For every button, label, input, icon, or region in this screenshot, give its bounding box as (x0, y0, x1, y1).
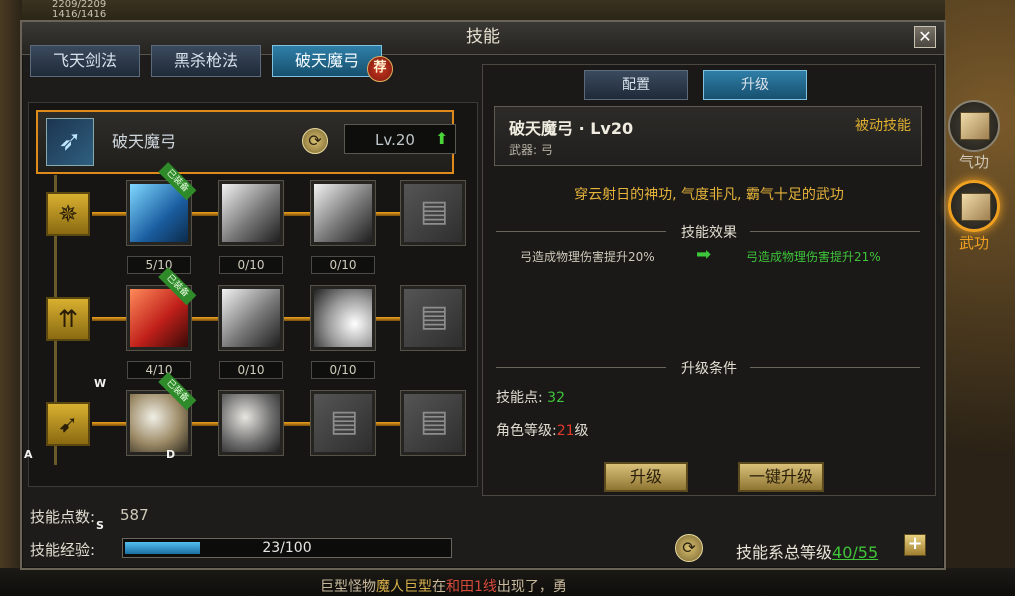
hp-readout: 2209/2209 1416/1416 (52, 0, 106, 20)
ticker-mid: 在 (432, 579, 446, 595)
key-hint-a: A (24, 448, 33, 461)
cond-level-label: 角色等级: (496, 423, 557, 439)
skill-level: Lv.20 (375, 131, 415, 149)
system-level: 技能系总等级40/55 (736, 539, 878, 563)
cond-level-suffix: 级 (574, 423, 589, 439)
qigong-label: 气功 (958, 153, 989, 171)
skill-slot[interactable] (218, 180, 284, 246)
wugong-button[interactable] (948, 180, 1000, 232)
system-level-value[interactable]: 40/55 (832, 543, 878, 562)
swap-icon[interactable]: ⟳ (302, 128, 328, 154)
cond-level-value: 21 (556, 423, 575, 439)
slot-count: 0/10 (311, 256, 375, 274)
current-skill-header: ➶ 破天魔弓 ⟳ Lv.20 ⬆ (36, 110, 456, 174)
skill-type: 被动技能 (855, 118, 911, 134)
locked-slot (400, 285, 466, 351)
recommend-badge: 荐 (367, 56, 393, 82)
locked-scroll-icon (404, 394, 462, 452)
multi-arrow-icon[interactable]: ⇈ (46, 297, 90, 341)
arrow-burst-icon[interactable]: ✵ (46, 192, 90, 236)
ticker-prefix: 巨型怪物 (320, 579, 376, 595)
slot-count: 0/10 (311, 361, 375, 379)
skill-points-label: 技能点数: (30, 508, 96, 526)
close-button[interactable]: ✕ (914, 26, 936, 48)
tab-feitian-sword[interactable]: 飞天剑法 (30, 45, 140, 77)
hud-top-strip (0, 0, 1015, 22)
skill-exp-label: 技能经验: (30, 541, 96, 559)
add-button[interactable]: + (904, 534, 926, 556)
skill-points-value: 587 (120, 506, 149, 524)
book-icon (961, 193, 991, 221)
locked-slot (310, 390, 376, 456)
skill-art (222, 289, 280, 347)
skill-weapon: 武器: 弓 (509, 143, 553, 157)
tab-upgrade[interactable]: 升级 (703, 70, 807, 100)
cond-points-label: 技能点: (496, 390, 543, 406)
quick-upgrade-button[interactable]: 一键升级 (738, 462, 824, 492)
skill-slot[interactable]: 已装备 (126, 267, 197, 351)
effect-title: 技能效果 (681, 225, 737, 241)
skill-slot[interactable]: 已装备 (126, 162, 197, 246)
arrow-right-icon: ➡ (696, 244, 712, 265)
locked-slot (400, 390, 466, 456)
ticker-suffix: 出现了，勇 (496, 579, 567, 595)
slot-count: 0/10 (219, 256, 283, 274)
hawk-icon (222, 394, 280, 452)
skill-level-box: Lv.20 ⬆ (344, 124, 456, 154)
tab-potian-bow[interactable]: 破天魔弓 (272, 45, 382, 77)
skill-description: 穿云射日的神功, 气度非凡, 霸气十足的武功 (574, 187, 844, 203)
locked-slot (400, 180, 466, 246)
skill-art (222, 184, 280, 242)
upgrade-button[interactable]: 升级 (604, 462, 688, 492)
tab-heisha-spear[interactable]: 黑杀枪法 (151, 45, 261, 77)
slot-count: 5/10 (127, 256, 191, 274)
cond-points-value: 32 (547, 390, 565, 406)
bow-icon: ➶ (46, 118, 94, 166)
skill-slot[interactable] (310, 285, 376, 351)
skill-slot[interactable] (310, 180, 376, 246)
system-level-label: 技能系总等级 (736, 543, 833, 562)
book-icon (960, 112, 990, 140)
announcement-ticker: 巨型怪物魔人巨型在和田1线出现了，勇 (320, 576, 567, 596)
slot-count: 0/10 (219, 361, 283, 379)
slot-count: 4/10 (127, 361, 191, 379)
key-hint-s: S (96, 519, 104, 532)
locked-scroll-icon (404, 184, 462, 242)
skill-slot[interactable] (218, 285, 284, 351)
skill-exp-text: 23/100 (262, 540, 312, 556)
skill-art (314, 184, 372, 242)
refresh-icon[interactable]: ⟳ (675, 534, 703, 562)
skill-info-title: 破天魔弓 · Lv20 (509, 119, 634, 138)
ticker-monster: 魔人巨型 (376, 579, 432, 595)
cond-role-level: 角色等级:21级 (496, 420, 589, 440)
current-skill-name: 破天魔弓 (112, 132, 177, 151)
qigong-button[interactable] (948, 100, 1000, 152)
locked-scroll-icon (404, 289, 462, 347)
ticker-place: 和田1线 (446, 579, 497, 595)
wugong-label: 武功 (958, 234, 989, 252)
feather-arrow-icon[interactable]: ➹ (46, 402, 90, 446)
hp-line-2: 1416/1416 (52, 9, 107, 20)
skill-slot[interactable]: 已装备 (126, 372, 197, 456)
tab-config[interactable]: 配置 (584, 70, 688, 100)
scene-left-edge (0, 0, 22, 596)
skill-info-box: 破天魔弓 · Lv20 被动技能 武器: 弓 (494, 106, 922, 166)
locked-scroll-icon (314, 394, 372, 452)
effect-current: 弓造成物理伤害提升20% (520, 250, 655, 264)
scene-right-edge (945, 0, 1015, 596)
condition-title: 升级条件 (681, 361, 737, 377)
skill-exp-bar: 23/100 (122, 538, 452, 558)
skill-art (314, 289, 372, 347)
key-hint-d: D (166, 448, 176, 461)
window-title: 技能 (466, 27, 500, 47)
cond-skill-points: 技能点: 32 (496, 387, 565, 407)
skill-slot[interactable] (218, 390, 284, 456)
key-hint-w: W (94, 377, 107, 390)
effect-next: 弓造成物理伤害提升21% (746, 250, 881, 264)
level-up-arrow-icon[interactable]: ⬆ (435, 129, 448, 148)
